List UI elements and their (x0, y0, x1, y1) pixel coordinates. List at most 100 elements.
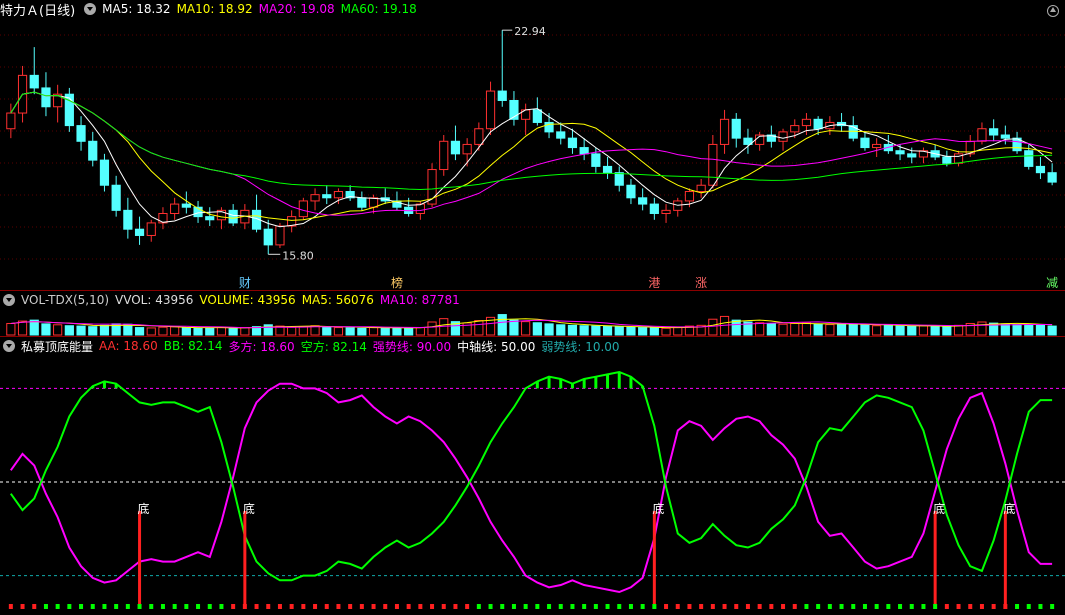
candle-body (462, 143, 472, 155)
collapse-icon[interactable] (1047, 5, 1059, 17)
candle-body (591, 153, 601, 167)
candle-body (228, 209, 238, 224)
volume-bar (6, 322, 16, 336)
candle-body (532, 109, 542, 123)
volume-label: VOLUME: 43956 (199, 293, 296, 307)
volume-panel[interactable]: VOL-TDX(5,10) VVOL: 43956 VOLUME: 43956 … (0, 291, 1065, 336)
bottom-strip-mark (219, 604, 224, 609)
bottom-strip-mark (43, 604, 48, 609)
candle-body (357, 197, 367, 208)
volume-bar (509, 319, 519, 336)
candle-body (415, 203, 425, 214)
bottom-strip-mark (453, 604, 458, 609)
candle-body (778, 131, 788, 142)
candlestick-chart[interactable]: 22.94 15.80 财 榜 港 涨 减 (0, 0, 1065, 290)
volume-bar (731, 319, 741, 336)
bottom-strip-mark (55, 604, 60, 609)
candle-body (790, 125, 800, 133)
candle-body (977, 128, 987, 142)
price-panel[interactable]: 22.94 15.80 财 榜 港 涨 减 特力Ａ(日线) MA5: 18.32 MA10:… (0, 0, 1065, 290)
candle-body (497, 90, 507, 101)
bottom-strip-mark (664, 604, 669, 609)
bottom-strip-mark (137, 604, 142, 609)
volume-bar (532, 322, 542, 336)
volume-bar (415, 327, 425, 336)
ma60-label: MA60: 19.18 (340, 2, 417, 16)
bottom-strip-mark (558, 604, 563, 609)
bottom-strip-mark (827, 604, 832, 609)
candle-body (29, 74, 39, 89)
bottom-strip-mark (324, 604, 329, 609)
bottom-strip-mark (160, 604, 165, 609)
volume-bar (930, 325, 940, 336)
candle-body (88, 140, 98, 161)
bottom-strip-mark (710, 604, 715, 609)
candle-body (579, 147, 589, 155)
bottom-strip-mark (944, 604, 949, 609)
duo-label: 多方: 18.60 (228, 339, 295, 354)
aa-label: AA: 18.60 (99, 339, 158, 353)
bottom-strip-mark (593, 604, 598, 609)
ma10-line (10, 91, 1053, 221)
bottom-strip-mark (652, 604, 657, 609)
series-bb-line (9, 370, 1053, 582)
event-tag: 港 (648, 276, 660, 290)
bottom-strip-mark (886, 604, 891, 609)
ind-name: 私募顶底能量 (21, 339, 94, 354)
candle-body (626, 184, 636, 199)
bottom-strip-mark (430, 604, 435, 609)
candle-body (263, 228, 273, 246)
volume-bar (368, 326, 379, 336)
volume-bar (649, 327, 659, 336)
candle-body (638, 197, 648, 205)
volume-bar (813, 323, 823, 336)
bottom-strip-mark (816, 604, 821, 609)
volume-bar (240, 327, 250, 336)
price-header: 特力Ａ(日线) MA5: 18.32 MA10: 18.92 MA20: 19.… (0, 0, 423, 19)
bottom-strip-mark (266, 604, 271, 609)
candle-body (146, 222, 156, 236)
candle-body (907, 153, 917, 158)
volume-bar (638, 327, 648, 336)
candle-body (41, 87, 51, 108)
candle-body (450, 140, 461, 155)
volume-bar (766, 323, 776, 336)
volume-bar (883, 324, 893, 336)
candle-body (602, 165, 613, 174)
bottom-strip-mark (1003, 604, 1008, 609)
panel-menu-icon[interactable] (3, 294, 15, 306)
bottom-strip-mark (488, 604, 493, 609)
candle-body (661, 209, 671, 214)
indicator-panel[interactable]: 底 底 底 底 底 私募顶底能量 AA: 18.60 BB: 82.14 多方: 18.… (0, 337, 1065, 615)
candle-body (801, 118, 812, 127)
volume-bar (778, 323, 788, 336)
candle-body (76, 125, 86, 142)
candle-body (439, 140, 449, 171)
indicator-chart[interactable]: 底底底底底 (0, 337, 1065, 615)
bottom-strip-mark (418, 604, 423, 609)
bottom-strip-mark (956, 604, 961, 609)
volume-bar (1012, 324, 1022, 336)
bottom-strip-mark (1050, 604, 1055, 609)
bottom-strip-mark (277, 604, 282, 609)
bottom-strip-mark (465, 604, 470, 609)
bottom-strip-mark (394, 604, 399, 609)
panel-menu-icon[interactable] (84, 3, 97, 15)
volume-bar (755, 322, 765, 336)
volume-bar (521, 321, 531, 336)
event-tag: 减 (1046, 276, 1058, 290)
weak-label: 弱势线: 10.00 (541, 339, 620, 354)
candle-body (205, 216, 215, 221)
candle-body (567, 137, 578, 149)
candle-body (1035, 165, 1046, 174)
volume-bar (918, 325, 929, 336)
candle-body (614, 172, 624, 186)
panel-menu-icon[interactable] (3, 340, 15, 352)
volume-bar (333, 327, 344, 336)
volume-bar (977, 321, 987, 336)
candle-body (485, 90, 496, 130)
kong-label: 空方: 82.14 (300, 339, 367, 354)
volume-bar (64, 325, 74, 336)
bottom-strip-mark (8, 604, 13, 609)
volume-bar (825, 324, 835, 336)
